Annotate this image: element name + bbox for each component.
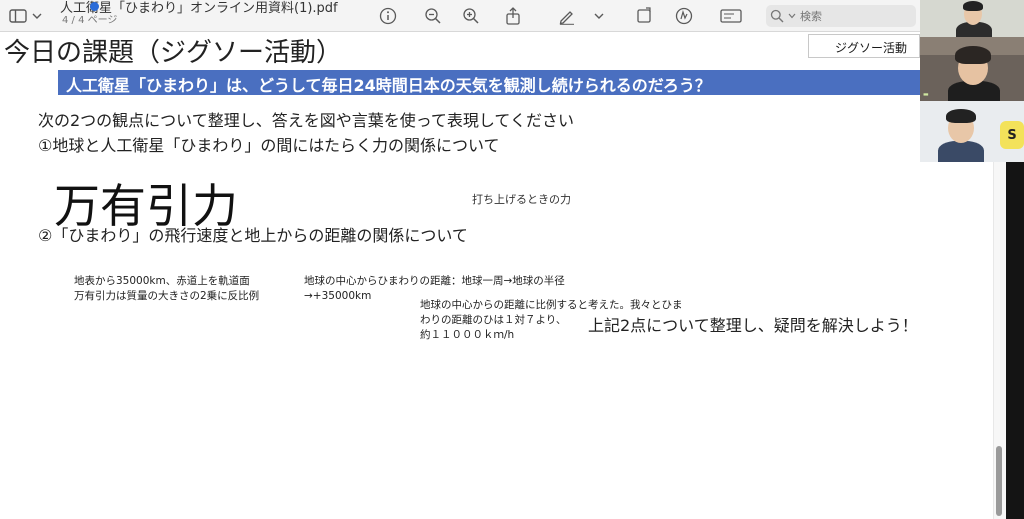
search-box[interactable] (766, 5, 916, 27)
note-distance-orbit: 地表から35000km、赤道上を軌道面 万有引力は質量の大きさの2乗に反比例 (74, 274, 259, 304)
pen-markup-icon[interactable] (555, 4, 579, 28)
zoom-out-icon[interactable] (421, 4, 445, 28)
note-line: 地表から35000km、赤道上を軌道面 (74, 275, 250, 287)
note-line: 地球の中心からひまわりの距離：地球一周→地球の半径 (304, 275, 565, 287)
scrollbar-thumb[interactable] (996, 446, 1002, 516)
pdf-page: 今日の課題（ジグソー活動） ジグソー活動 人工衛星「ひまわり」は、どうして毎日2… (0, 32, 1006, 519)
info-icon[interactable] (376, 4, 400, 28)
search-input[interactable] (800, 9, 910, 23)
question-1: ①地球と人工衛星「ひまわり」の間にはたらく力の関係について (38, 136, 500, 155)
zoom-in-icon[interactable] (459, 4, 483, 28)
instruction-text: 次の2つの観点について整理し、答えを図や言葉を使って表現してください (38, 111, 574, 130)
video-tile-participant-1[interactable] (920, 0, 1024, 37)
question-banner: 人工衛星「ひまわり」は、どうして毎日24時間日本の天気を観測し続けられるのだろう… (58, 70, 920, 95)
window-edge (1006, 162, 1024, 519)
markup-circle-icon[interactable] (672, 4, 696, 28)
sidebar-toggle-icon[interactable] (6, 4, 30, 28)
person-body (938, 141, 984, 162)
crop-icon[interactable] (632, 4, 656, 28)
closing-prompt: 上記2点について整理し、疑問を解決しよう！ (588, 316, 918, 335)
school-logo-icon: S (1000, 121, 1024, 149)
chevron-down-icon (788, 13, 796, 19)
person-hair (946, 109, 976, 123)
person-hair (963, 1, 983, 11)
chevron-down-icon[interactable] (592, 4, 606, 28)
tile-label-icon: ▬ (923, 91, 929, 98)
form-icon[interactable] (718, 4, 744, 28)
search-icon (770, 9, 784, 23)
activity-tag: ジグソー活動 (808, 34, 920, 58)
page-heading: 今日の課題（ジグソー活動） (4, 38, 343, 68)
note-line: 万有引力は質量の大きさの2乗に反比例 (74, 290, 260, 302)
share-icon[interactable] (501, 4, 525, 28)
video-tile-participant-2[interactable]: ▬ (920, 37, 1024, 101)
pdf-toolbar: 人工衛星「ひまわり」オンライン用資料(1).pdf 4 / 4 ページ (0, 0, 920, 32)
mouse-cursor-indicator (90, 2, 99, 11)
chevron-down-icon[interactable] (30, 4, 44, 28)
person-hair (955, 46, 991, 64)
note-launch-force: 打ち上げるときの力 (472, 193, 571, 206)
question-2: ②「ひまわり」の飛行速度と地上からの距離の関係について (38, 226, 468, 245)
page-count: 4 / 4 ページ (62, 15, 118, 26)
note-line: 地球の中心からの距離に比例すると考えた。我々とひま (420, 299, 683, 311)
